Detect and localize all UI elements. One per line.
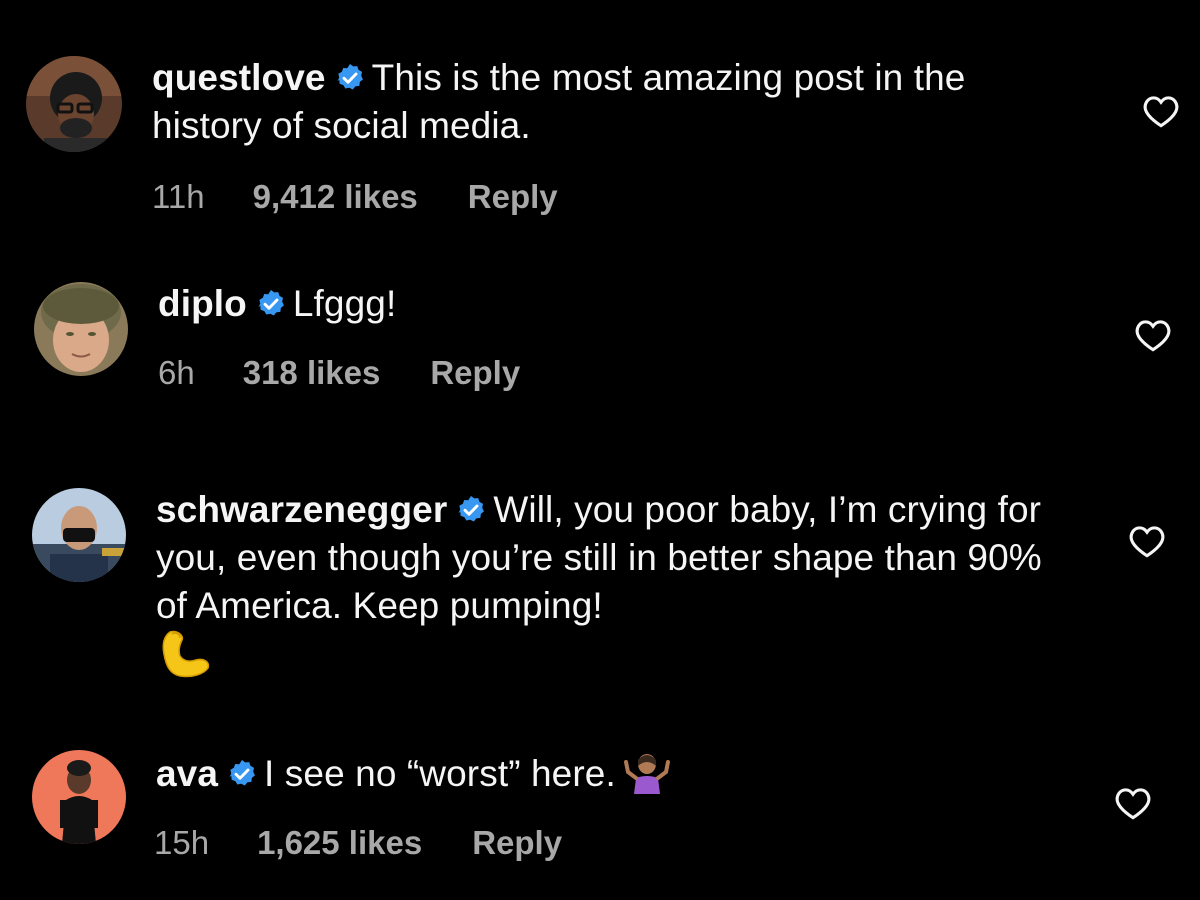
likes-count[interactable]: 1,625 likes	[257, 824, 422, 862]
comment-text: I see no “worst” here.	[264, 753, 616, 794]
like-heart-icon[interactable]	[1142, 94, 1180, 128]
username[interactable]: schwarzenegger	[156, 489, 447, 530]
username[interactable]: diplo	[158, 283, 247, 324]
likes-count[interactable]: 9,412 likes	[253, 178, 418, 216]
verified-badge-icon	[226, 758, 258, 790]
like-heart-icon[interactable]	[1128, 524, 1166, 558]
reply-button[interactable]: Reply	[472, 824, 562, 862]
timestamp: 6h	[158, 354, 195, 391]
comment-meta: 6h 318 likes Reply	[158, 354, 520, 392]
comment-meta: 15h 1,625 likes Reply	[154, 824, 562, 862]
flexed-biceps-emoji	[156, 626, 212, 682]
comment-body: ava I see no “worst” here.	[156, 748, 1056, 798]
avatar-questlove[interactable]	[26, 56, 122, 152]
comment-body: questlove This is the most amazing post i…	[152, 54, 1052, 150]
comment-body: diplo Lfggg!	[158, 280, 1058, 328]
comment-body: schwarzenegger Will, you poor baby, I’m c…	[156, 486, 1076, 630]
reply-button[interactable]: Reply	[430, 354, 520, 392]
username[interactable]: questlove	[152, 57, 326, 98]
comment-text: Lfggg!	[292, 283, 397, 324]
avatar-schwarzenegger[interactable]	[32, 488, 126, 582]
comment-meta: 11h 9,412 likes Reply	[152, 178, 558, 216]
avatar-diplo[interactable]	[34, 282, 128, 376]
verified-badge-icon	[455, 494, 487, 526]
timestamp: 11h	[152, 178, 205, 215]
likes-count[interactable]: 318 likes	[243, 354, 381, 392]
avatar-ava[interactable]	[32, 750, 126, 844]
verified-badge-icon	[255, 288, 287, 320]
like-heart-icon[interactable]	[1114, 786, 1152, 820]
like-heart-icon[interactable]	[1134, 318, 1172, 352]
verified-badge-icon	[334, 62, 366, 94]
person-shrugging-emoji	[623, 748, 670, 794]
username[interactable]: ava	[156, 753, 218, 794]
timestamp: 15h	[154, 824, 210, 861]
reply-button[interactable]: Reply	[468, 178, 558, 216]
